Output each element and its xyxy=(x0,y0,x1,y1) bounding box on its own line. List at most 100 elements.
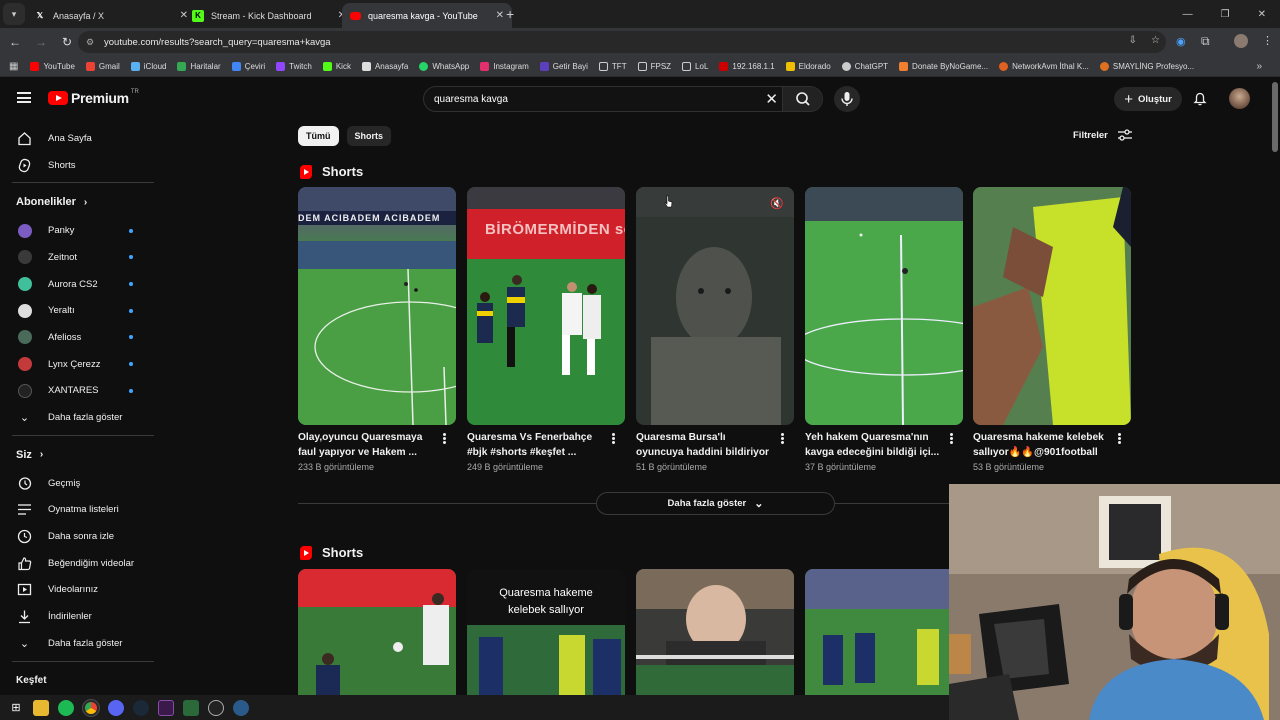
close-icon[interactable]: ✕ xyxy=(496,10,504,21)
sidebar-item-downloads[interactable]: İndirilenler xyxy=(0,603,160,630)
create-button[interactable]: + Oluştur xyxy=(1114,87,1182,111)
bookmark-folder[interactable]: LoL xyxy=(682,61,708,71)
short-thumbnail[interactable] xyxy=(805,569,963,697)
minimize-icon[interactable]: — xyxy=(1183,9,1193,20)
tab-youtube[interactable]: quaresma kavga - YouTube ✕ xyxy=(342,3,512,28)
app-icon[interactable] xyxy=(158,699,174,716)
new-tab-icon[interactable]: + xyxy=(506,6,514,22)
bookmark[interactable]: Haritalar xyxy=(177,61,221,71)
short-thumbnail[interactable]: DEM ACIBADEM ACIBADEM xyxy=(298,187,456,425)
sidebar-item-shorts[interactable]: Shorts xyxy=(0,152,160,179)
sidebar-item-watch-later[interactable]: Daha sonra izle xyxy=(0,523,160,550)
discord-icon[interactable] xyxy=(108,699,124,716)
spotify-icon[interactable] xyxy=(58,699,74,716)
url-field[interactable]: ⚙ youtube.com/results?search_query=quare… xyxy=(78,31,1166,53)
app-icon[interactable] xyxy=(183,699,199,716)
sidebar-item-subscription[interactable]: Zeitnot xyxy=(0,244,160,271)
short-thumbnail[interactable]: 🔇 xyxy=(636,187,794,425)
sidebar-item-subscription[interactable]: Yeraltı xyxy=(0,297,160,324)
youtube-logo[interactable]: Premium TR xyxy=(48,89,139,106)
you-heading[interactable]: Siz › xyxy=(0,440,160,470)
bookmark-folder[interactable]: FPSZ xyxy=(637,61,671,71)
account-avatar[interactable] xyxy=(1229,88,1250,109)
more-options-icon[interactable] xyxy=(950,433,953,444)
more-options-icon[interactable] xyxy=(612,433,615,444)
sidebar-item-subscription[interactable]: Afelioss xyxy=(0,324,160,351)
shorts-card[interactable]: Quaresma hakeme kelebek sallıyor xyxy=(467,569,625,697)
sidebar-item-subscription[interactable]: Aurora CS2 xyxy=(0,271,160,298)
tab-x[interactable]: 𝕏 Anasayfa / X ✕ xyxy=(26,3,196,28)
search-button[interactable] xyxy=(782,87,822,111)
back-icon[interactable]: ← xyxy=(2,35,28,49)
chip-shorts[interactable]: Shorts xyxy=(346,126,392,146)
sidebar-item-your-videos[interactable]: Videolarınız xyxy=(0,577,160,604)
bookmark[interactable]: 192.168.1.1 xyxy=(719,61,775,71)
notifications-bell-icon[interactable] xyxy=(1193,92,1207,106)
bookmark[interactable]: NetworkAvm İthal K... xyxy=(999,61,1089,71)
install-icon[interactable]: ⇩ xyxy=(1129,35,1137,46)
apps-grid-icon[interactable]: ▦ xyxy=(9,61,18,72)
bookmark[interactable]: WhatsApp xyxy=(419,61,469,71)
short-thumbnail[interactable]: Quaresma hakeme kelebek sallıyor xyxy=(467,569,625,697)
shorts-card[interactable]: BİRÖMERMİDEN se Quaresma Vs Fenerbahçe #… xyxy=(467,187,625,472)
card-title[interactable]: Quaresma hakeme kelebek sallıyor🔥🔥@901fo… xyxy=(973,431,1111,460)
maximize-icon[interactable]: ❐ xyxy=(1221,9,1230,20)
more-options-icon[interactable] xyxy=(1118,433,1121,444)
obs-icon[interactable] xyxy=(208,699,224,716)
subscriptions-heading[interactable]: Abonelikler › xyxy=(0,187,160,217)
card-title[interactable]: Quaresma Vs Fenerbahçe #bjk #shorts #keş… xyxy=(467,431,605,460)
close-window-icon[interactable]: ✕ xyxy=(1258,9,1266,20)
sidebar-item-history[interactable]: Geçmiş xyxy=(0,470,160,497)
sidebar-item-liked[interactable]: Beğendiğim videolar xyxy=(0,550,160,577)
shorts-card[interactable]: Yeh hakem Quaresma'nın kavga edeceğini b… xyxy=(805,187,963,472)
site-info-icon[interactable]: ⚙ xyxy=(86,37,94,48)
extensions-puzzle-icon[interactable]: ⧉ xyxy=(1201,34,1210,49)
sidebar-item-subscription[interactable]: Panky xyxy=(0,217,160,244)
star-icon[interactable]: ☆ xyxy=(1151,35,1160,46)
page-scrollbar[interactable] xyxy=(1272,82,1278,152)
shorts-card[interactable] xyxy=(805,569,963,697)
show-more-button[interactable]: Daha fazla göster ⌄ xyxy=(596,492,835,515)
filters-button[interactable]: Filtreler xyxy=(1073,128,1134,142)
bookmark[interactable]: Gmail xyxy=(85,61,120,71)
more-options-icon[interactable] xyxy=(781,433,784,444)
short-thumbnail[interactable] xyxy=(298,569,456,697)
bookmark[interactable]: Eldorado xyxy=(785,61,831,71)
chrome-icon[interactable] xyxy=(82,698,100,717)
sidebar-show-more[interactable]: ⌄ Daha fazla göster xyxy=(0,630,160,657)
shorts-card[interactable]: 🔇 Quaresma Bursa'lı oyuncuya haddini bil… xyxy=(636,187,794,472)
hamburger-menu-icon[interactable] xyxy=(17,92,31,103)
extension-icon[interactable]: ◉ xyxy=(1176,35,1186,48)
sidebar-item-home[interactable]: Ana Sayfa xyxy=(0,125,160,152)
shorts-card[interactable]: Quaresma hakeme kelebek sallıyor🔥🔥@901fo… xyxy=(973,187,1131,472)
more-options-icon[interactable] xyxy=(443,433,446,444)
file-explorer-icon[interactable] xyxy=(33,699,49,716)
sidebar-show-more[interactable]: ⌄ Daha fazla göster xyxy=(0,404,160,431)
shorts-card[interactable]: DEM ACIBADEM ACIBADEM Olay,oyuncu Quares… xyxy=(298,187,456,472)
short-thumbnail[interactable] xyxy=(636,569,794,697)
windows-start-icon[interactable]: ⊞ xyxy=(8,700,24,716)
voice-search-button[interactable] xyxy=(834,86,860,112)
bookmark[interactable]: Kick xyxy=(322,61,351,71)
short-thumbnail[interactable] xyxy=(805,187,963,425)
chip-all[interactable]: Tümü xyxy=(298,126,339,146)
bookmark[interactable]: Donate ByNoGame... xyxy=(899,61,988,71)
forward-icon[interactable]: → xyxy=(28,35,54,49)
shorts-card[interactable] xyxy=(636,569,794,697)
bookmark[interactable]: YouTube xyxy=(30,61,75,71)
bookmark[interactable]: Anasayfa xyxy=(361,61,408,71)
shorts-card[interactable] xyxy=(298,569,456,697)
bookmark[interactable]: Instagram xyxy=(480,61,529,71)
card-title[interactable]: Quaresma Bursa'lı oyuncuya haddini bildi… xyxy=(636,431,774,460)
more-bookmarks-icon[interactable]: » xyxy=(1256,61,1262,72)
bookmark[interactable]: Twitch xyxy=(276,61,312,71)
bookmark[interactable]: ChatGPT xyxy=(841,61,888,71)
sidebar-item-playlists[interactable]: Oynatma listeleri xyxy=(0,497,160,524)
clear-search-icon[interactable]: ✕ xyxy=(765,90,778,108)
tab-kick[interactable]: K Stream - Kick Dashboard ✕ xyxy=(184,3,354,28)
bookmark[interactable]: iCloud xyxy=(130,61,166,71)
search-input[interactable]: quaresma kavga ✕ xyxy=(423,86,823,112)
steam-icon[interactable] xyxy=(133,699,149,716)
reload-icon[interactable]: ↻ xyxy=(54,35,80,49)
card-title[interactable]: Olay,oyuncu Quaresmaya faul yapıyor ve H… xyxy=(298,431,436,460)
